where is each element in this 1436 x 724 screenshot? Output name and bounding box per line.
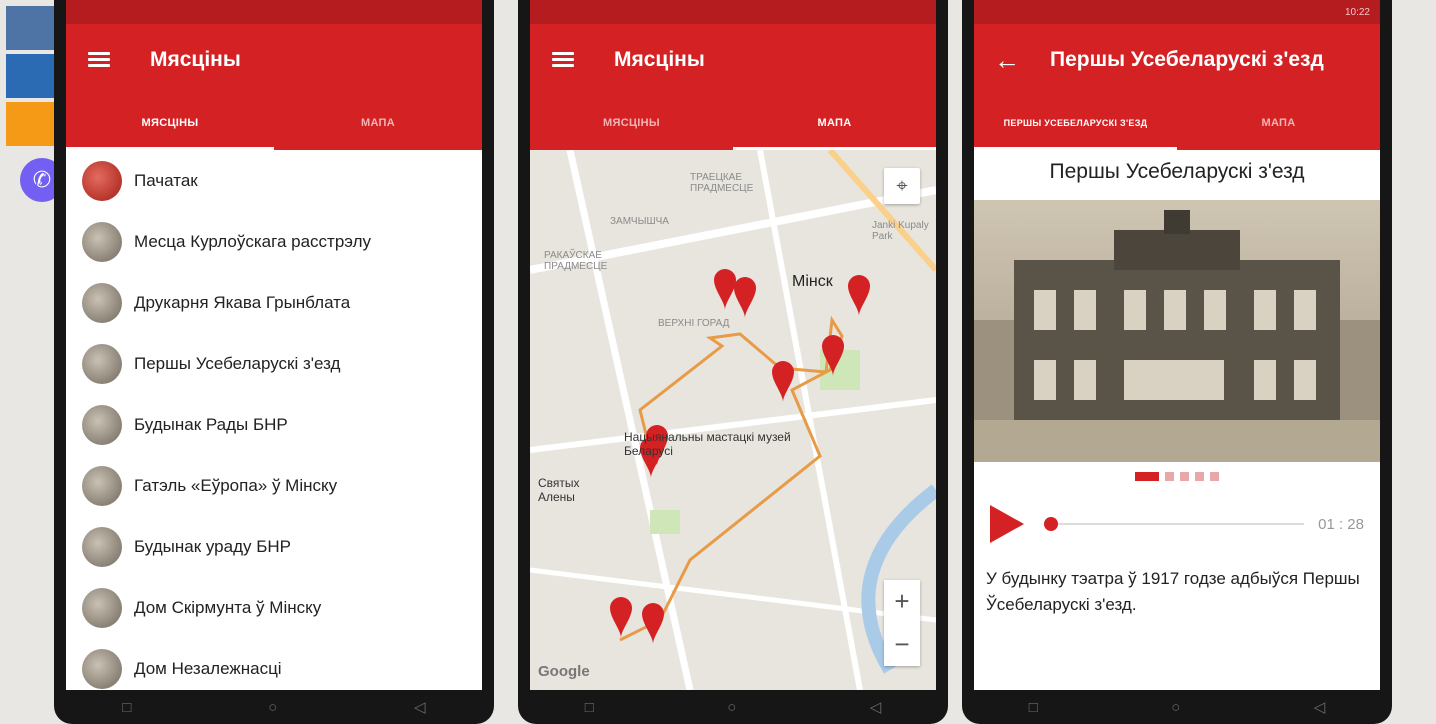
pager-dot[interactable] [1210, 472, 1219, 481]
tab-places[interactable]: Мясціны [530, 96, 733, 150]
list-item[interactable]: Месца Курлоўскага расстрэлу [66, 211, 482, 272]
page-title: Мясціны [614, 48, 705, 71]
list-item[interactable]: Будынак Рады БНР [66, 394, 482, 455]
pager-dot[interactable] [1135, 472, 1159, 481]
tab-map[interactable]: Мапа [733, 96, 936, 150]
places-list: Пачатак Месца Курлоўскага расстрэлу Друк… [66, 150, 482, 690]
toolbar: Мясціны [66, 30, 482, 90]
menu-icon[interactable] [88, 52, 110, 68]
place-thumbnail [82, 282, 122, 323]
map-view[interactable]: ТРАЕЦКАЕ ПРАДМЕСЦЕ ЗАМЧЫШЧА РАКАЎСКАЕ ПР… [530, 150, 936, 690]
tab-place[interactable]: Першы Усебеларускі з'езд [974, 96, 1177, 150]
status-bar [530, 0, 936, 24]
android-nav-bar: □ ○ ◁ [962, 694, 1392, 720]
audio-seekbar[interactable] [1044, 517, 1305, 531]
place-heading: Першы Усебеларускі з'езд [1049, 160, 1305, 183]
place-thumbnail [82, 526, 122, 567]
pager-dot[interactable] [1165, 472, 1174, 481]
photo-pager[interactable] [974, 472, 1380, 481]
tab-map[interactable]: Мапа [1177, 96, 1380, 150]
my-location-button[interactable]: ⌖ [884, 168, 920, 204]
place-description: У будынку тэатра ў 1917 годзе адбыўся Пе… [986, 569, 1360, 614]
list-screen: Мясціны Мясціны Мапа Пачатак Месца Курло… [66, 0, 482, 690]
status-bar: 10:22 [974, 0, 1380, 24]
place-thumbnail [82, 343, 122, 384]
app-bar: Мясціны Мясціны Мапа [530, 0, 936, 150]
detail-screen: 10:22 ← Першы Усебеларускі з'езд Першы У… [974, 0, 1380, 690]
back-nav-icon[interactable]: ◁ [1314, 698, 1326, 716]
app-bar: Мясціны Мясціны Мапа [66, 0, 482, 150]
toolbar: ← Першы Усебеларускі з'езд [974, 30, 1380, 90]
home-icon[interactable]: ○ [727, 699, 736, 716]
tab-bar: Мясціны Мапа [66, 96, 482, 150]
back-nav-icon[interactable]: ◁ [870, 698, 882, 716]
place-thumbnail [82, 160, 122, 201]
map-label-church: Святых Алены [538, 476, 580, 504]
zoom-out-button[interactable]: − [884, 623, 920, 666]
map-label-park: Janki Kupaly Park [872, 220, 929, 242]
place-photo[interactable] [974, 200, 1380, 462]
menu-icon[interactable] [552, 52, 574, 68]
android-nav-bar: □ ○ ◁ [518, 694, 948, 720]
page-title: Першы Усебеларускі з'езд [1050, 48, 1324, 71]
pager-dot[interactable] [1180, 472, 1189, 481]
audio-player: 01 : 28 [990, 504, 1364, 544]
zoom-controls: + − [884, 580, 920, 666]
app-bar: 10:22 ← Першы Усебеларускі з'езд Першы У… [974, 0, 1380, 150]
list-item[interactable]: Пачатак [66, 150, 482, 211]
list-item[interactable]: Дом Скірмунта ў Мінску [66, 577, 482, 638]
place-thumbnail [82, 404, 122, 445]
tab-bar: Першы Усебеларускі з'езд Мапа [974, 96, 1380, 150]
phone-list: Мясціны Мясціны Мапа Пачатак Месца Курло… [54, 0, 494, 724]
back-nav-icon[interactable]: ◁ [414, 698, 426, 716]
pager-dot[interactable] [1195, 472, 1204, 481]
map-label-rakauskae: РАКАЎСКАЕ ПРАДМЕСЦЕ [544, 250, 608, 272]
list-item[interactable]: Друкарня Якава Грынблата [66, 272, 482, 333]
recents-icon[interactable]: □ [585, 699, 594, 716]
list-item[interactable]: Будынак ураду БНР [66, 516, 482, 577]
google-logo: Google [538, 663, 590, 680]
list-item[interactable]: Першы Усебеларускі з'езд [66, 333, 482, 394]
list-item[interactable]: Гатэль «Еўропа» ў Мінску [66, 455, 482, 516]
recents-icon[interactable]: □ [122, 699, 131, 716]
phone-detail: 10:22 ← Першы Усебеларускі з'езд Першы У… [962, 0, 1392, 724]
map-screen: Мясціны Мясціны Мапа [530, 0, 936, 690]
tab-places[interactable]: Мясціны [66, 96, 274, 150]
audio-duration: 01 : 28 [1318, 515, 1364, 533]
place-thumbnail [82, 587, 122, 628]
place-thumbnail [82, 221, 122, 262]
play-icon[interactable] [990, 505, 1024, 543]
map-label-verkhni: ВЕРХНІ ГОРАД [658, 318, 730, 329]
home-icon[interactable]: ○ [1171, 699, 1180, 716]
place-thumbnail [82, 648, 122, 689]
seekbar-thumb[interactable] [1044, 517, 1058, 531]
recents-icon[interactable]: □ [1029, 699, 1038, 716]
toolbar: Мясціны [530, 30, 936, 90]
android-nav-bar: □ ○ ◁ [54, 694, 494, 720]
phone-map: Мясціны Мясціны Мапа [518, 0, 948, 724]
tab-map[interactable]: Мапа [274, 96, 482, 150]
back-arrow-icon[interactable]: ← [994, 47, 1020, 73]
map-label-traetskae: ТРАЕЦКАЕ ПРАДМЕСЦЕ [690, 172, 754, 194]
crosshair-icon: ⌖ [896, 174, 908, 197]
map-label-museum: Нацыянальны мастацкі музей Беларусі [624, 430, 791, 458]
zoom-in-button[interactable]: + [884, 580, 920, 623]
status-time: 10:22 [1344, 6, 1370, 18]
map-label-zamchyshcha: ЗАМЧЫШЧА [610, 216, 669, 227]
theatre-illustration [974, 210, 1380, 462]
status-bar [66, 0, 482, 24]
home-icon[interactable]: ○ [268, 699, 277, 716]
page-title: Мясціны [150, 48, 241, 71]
map-label-city: Мінск [792, 273, 833, 290]
list-item[interactable]: Дом Незалежнасці [66, 638, 482, 690]
place-thumbnail [82, 465, 122, 506]
tab-bar: Мясціны Мапа [530, 96, 936, 150]
